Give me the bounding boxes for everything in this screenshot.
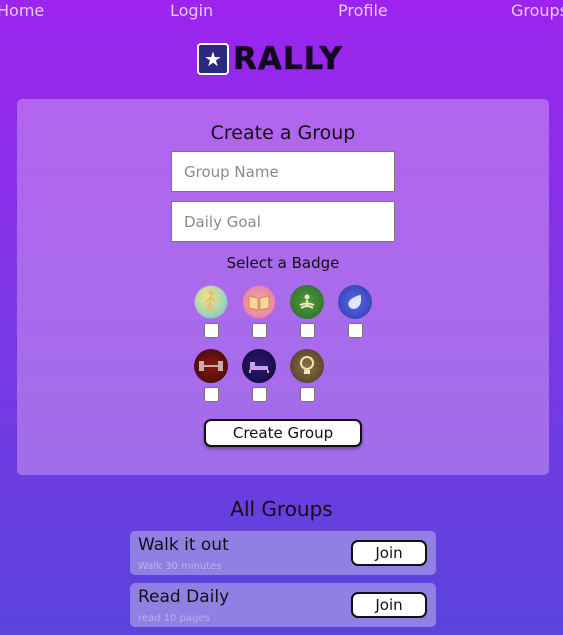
nav-groups-link[interactable]: Groups: [511, 1, 563, 20]
daily-goal-input[interactable]: [171, 201, 395, 242]
brand-logo: ★ RALLY: [197, 40, 343, 78]
brand-name: RALLY: [233, 40, 343, 77]
group-name: Walk it out: [138, 535, 229, 555]
create-group-title: Create a Group: [210, 122, 356, 144]
water-drop-icon: [338, 285, 372, 319]
meditation-icon: [290, 285, 324, 319]
badge-checkbox-meditate[interactable]: [300, 323, 315, 338]
select-badge-label: Select a Badge: [226, 254, 340, 272]
dumbbell-icon: [194, 349, 228, 383]
walking-person-icon: [194, 285, 228, 319]
sleep-bed-icon: [242, 349, 276, 383]
nav-profile-link[interactable]: Profile: [338, 1, 388, 20]
join-button-read-daily[interactable]: Join: [351, 592, 427, 618]
badge-checkbox-sleep[interactable]: [252, 387, 267, 402]
create-group-button[interactable]: Create Group: [204, 419, 362, 447]
create-group-panel: Create a Group Select a Badge Create Gro…: [17, 99, 549, 475]
lightbulb-icon: [290, 349, 324, 383]
badge-checkbox-workout[interactable]: [204, 387, 219, 402]
group-card-read-daily: Read Daily read 10 pages Join: [130, 583, 436, 627]
group-name: Read Daily: [138, 587, 230, 607]
group-card-walk-it-out: Walk it out Walk 30 minutes Join: [130, 531, 436, 575]
badge-checkbox-water[interactable]: [348, 323, 363, 338]
nav-home-link[interactable]: Home: [0, 1, 44, 20]
badge-checkbox-learn[interactable]: [300, 387, 315, 402]
all-groups-title: All Groups: [230, 497, 333, 521]
nav-login-link[interactable]: Login: [170, 1, 213, 20]
badge-checkbox-walk[interactable]: [204, 323, 219, 338]
open-book-icon: [242, 285, 276, 319]
star-runner-icon: ★: [197, 43, 229, 75]
group-goal: read 10 pages: [138, 613, 210, 624]
badge-checkbox-read[interactable]: [252, 323, 267, 338]
group-name-input[interactable]: [171, 151, 395, 192]
top-nav: Home Login Profile Groups: [0, 0, 563, 22]
join-button-walk-it-out[interactable]: Join: [351, 540, 427, 566]
group-goal: Walk 30 minutes: [138, 561, 222, 572]
